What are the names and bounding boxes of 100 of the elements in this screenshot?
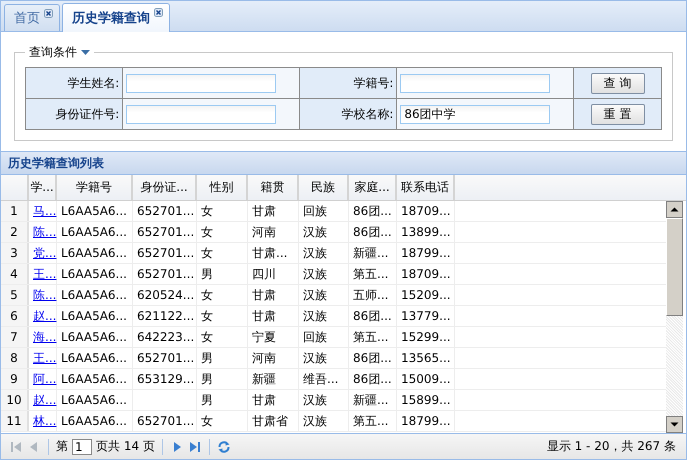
table-cell: L6AA5A6...: [57, 390, 133, 410]
table-cell: 五师...: [349, 285, 397, 305]
section-title: 查询条件: [29, 44, 77, 61]
row-number: 9: [1, 369, 29, 389]
name-link[interactable]: 赵...: [33, 392, 56, 408]
table-cell: 女: [197, 306, 248, 326]
table-cell: 18799...: [397, 243, 455, 263]
table-cell: 18799...: [397, 411, 455, 431]
row-number: 5: [1, 285, 29, 305]
row-number: 2: [1, 222, 29, 242]
record-summary: 显示 1 - 20，共 267 条: [546, 438, 676, 455]
refresh-icon[interactable]: [216, 440, 231, 454]
scrollbar[interactable]: [666, 201, 683, 433]
table-cell: 女: [197, 285, 248, 305]
table-cell: 甘肃...: [248, 243, 299, 263]
table-cell: 女: [197, 222, 248, 242]
table-cell: L6AA5A6...: [57, 222, 133, 242]
table-cell: L6AA5A6...: [57, 411, 133, 431]
column-header[interactable]: 民族: [299, 175, 349, 200]
table-cell: 汉族: [299, 264, 349, 284]
table-cell: 河南: [248, 222, 299, 242]
grid-title: 历史学籍查询列表: [8, 154, 104, 172]
field-label: 学校名称:: [341, 106, 394, 120]
close-icon[interactable]: [154, 8, 163, 17]
table-cell: 男: [197, 369, 248, 389]
page-input[interactable]: 1: [72, 438, 92, 454]
table-cell: 宁夏: [248, 327, 299, 347]
reset-button[interactable]: 重 置: [590, 104, 645, 124]
name-link[interactable]: 林...: [33, 412, 56, 430]
name-link[interactable]: 王...: [33, 266, 56, 282]
table-cell: 汉族: [299, 390, 349, 410]
table-cell: 86团...: [349, 201, 397, 221]
input-field[interactable]: [400, 74, 550, 92]
table-cell: 甘肃: [248, 390, 299, 410]
scroll-thumb[interactable]: [666, 218, 683, 316]
table-cell: 86团...: [349, 306, 397, 326]
name-link[interactable]: 阿...: [33, 370, 56, 388]
table-cell: 新疆: [248, 369, 299, 389]
row-number: 1: [1, 201, 29, 221]
table-cell: 新疆...: [349, 390, 397, 410]
name-link[interactable]: 海...: [33, 328, 56, 346]
table-cell: 86团...: [349, 348, 397, 368]
table-cell: L6AA5A6...: [57, 306, 133, 326]
table-cell: 15899...: [397, 390, 455, 410]
table-cell: 15299...: [397, 327, 455, 347]
column-header[interactable]: 家庭...: [349, 175, 397, 200]
table-cell: 86团...: [349, 369, 397, 389]
table-cell: 汉族: [299, 411, 349, 431]
column-header[interactable]: 学...: [29, 175, 57, 200]
row-number: 7: [1, 327, 29, 347]
scroll-up-icon[interactable]: [666, 201, 683, 218]
table-cell: 甘肃: [248, 285, 299, 305]
column-header[interactable]: 性别: [197, 175, 248, 200]
row-number: 3: [1, 243, 29, 263]
input-field[interactable]: 86团中学: [400, 104, 550, 124]
last-page-icon[interactable]: [188, 440, 202, 454]
row-number: 4: [1, 264, 29, 284]
table-cell: L6AA5A6...: [57, 327, 133, 347]
table-cell: L6AA5A6...: [57, 243, 133, 263]
name-link[interactable]: 陈...: [33, 224, 56, 240]
name-link[interactable]: 陈...: [33, 286, 56, 304]
name-link[interactable]: 党...: [33, 244, 56, 262]
table-cell: 第五...: [349, 264, 397, 284]
field-label: 学生姓名:: [67, 76, 120, 90]
table-cell: 回族: [299, 327, 349, 347]
scroll-down-icon[interactable]: [666, 416, 683, 433]
column-header[interactable]: 学籍号: [57, 175, 133, 200]
tab[interactable]: 首页: [4, 4, 60, 31]
table-cell: 86团...: [349, 222, 397, 242]
table-cell: 621122...: [133, 306, 197, 326]
caret-icon[interactable]: [81, 50, 90, 56]
table-cell: 男: [197, 264, 248, 284]
column-header[interactable]: 籍贯: [248, 175, 299, 200]
name-link[interactable]: 马...: [33, 202, 56, 220]
tab[interactable]: 历史学籍查询: [62, 3, 170, 32]
table-cell: 男: [197, 390, 248, 410]
table-cell: 甘肃省: [248, 411, 299, 431]
row-number: 6: [1, 306, 29, 326]
table-cell: 第五...: [349, 411, 397, 431]
table-cell: 甘肃: [248, 201, 299, 221]
table-cell: 汉族: [299, 243, 349, 263]
name-link[interactable]: 赵...: [33, 308, 56, 324]
table-cell: 652701...: [133, 264, 197, 284]
row-number: 8: [1, 348, 29, 368]
table-cell: 15009...: [397, 369, 455, 389]
table-cell: 女: [197, 411, 248, 431]
close-icon[interactable]: [44, 9, 53, 18]
name-link[interactable]: 王...: [33, 350, 56, 366]
table-cell: 18709...: [397, 201, 455, 221]
input-field[interactable]: [126, 104, 276, 124]
table-cell: 652701...: [133, 201, 197, 221]
column-header[interactable]: 联系电话: [397, 175, 455, 200]
table-cell: L6AA5A6...: [57, 285, 133, 305]
column-header[interactable]: 身份证...: [133, 175, 197, 200]
table-cell: 15209...: [397, 285, 455, 305]
table-cell: 13899...: [397, 222, 455, 242]
query-button[interactable]: 查 询: [590, 72, 645, 94]
page-label: 第: [56, 438, 68, 455]
input-field[interactable]: [126, 74, 276, 92]
table-cell: 18709...: [397, 264, 455, 284]
